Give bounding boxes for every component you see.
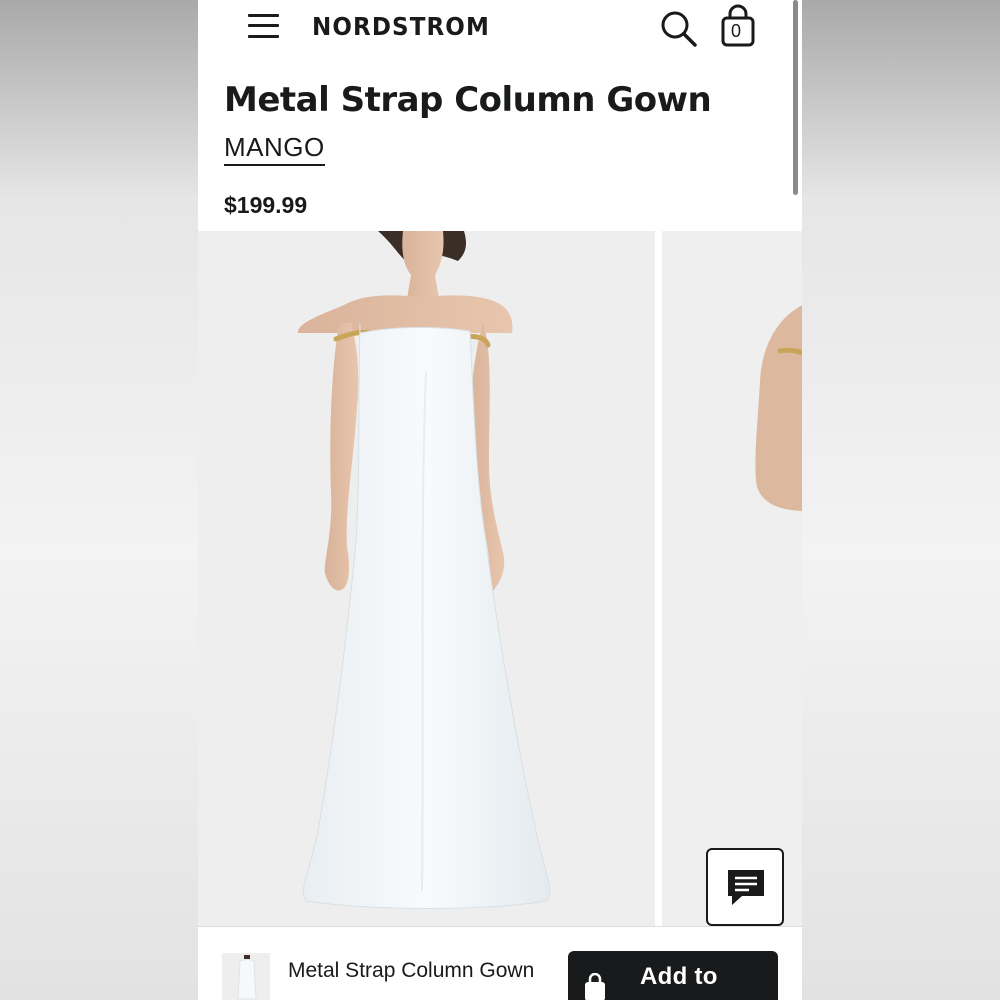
background-right [802,0,1000,1000]
shopping-bag-icon [582,972,608,1000]
sticky-add-to-bag-bar: Metal Strap Column Gown Add to [198,926,802,1000]
shopping-bag-icon[interactable]: 0 [718,4,758,48]
chat-icon [728,870,764,905]
search-icon[interactable] [658,8,700,50]
product-price: $199.99 [224,192,308,218]
product-gallery[interactable] [198,231,802,926]
product-title: Metal Strap Column Gown [224,80,712,120]
product-thumbnail [222,953,270,1000]
product-photo-side[interactable] [662,231,802,926]
add-to-bag-label: Add to [640,963,718,990]
background-left [0,0,198,1000]
site-logo[interactable]: NORDSTROM [312,12,490,41]
bottom-bar-product-name: Metal Strap Column Gown [288,959,535,982]
scrollbar[interactable] [793,0,798,195]
product-brand-link[interactable]: MANGO [224,132,325,166]
product-photo-front[interactable] [198,231,655,926]
chat-button[interactable] [706,848,784,926]
add-to-bag-button[interactable]: Add to [568,951,778,1000]
menu-icon[interactable] [248,12,280,40]
site-header: NORDSTROM 0 [198,0,802,56]
phone-screen: NORDSTROM 0 Metal Strap Column Gown MANG… [198,0,802,1000]
bag-count: 0 [731,21,742,41]
